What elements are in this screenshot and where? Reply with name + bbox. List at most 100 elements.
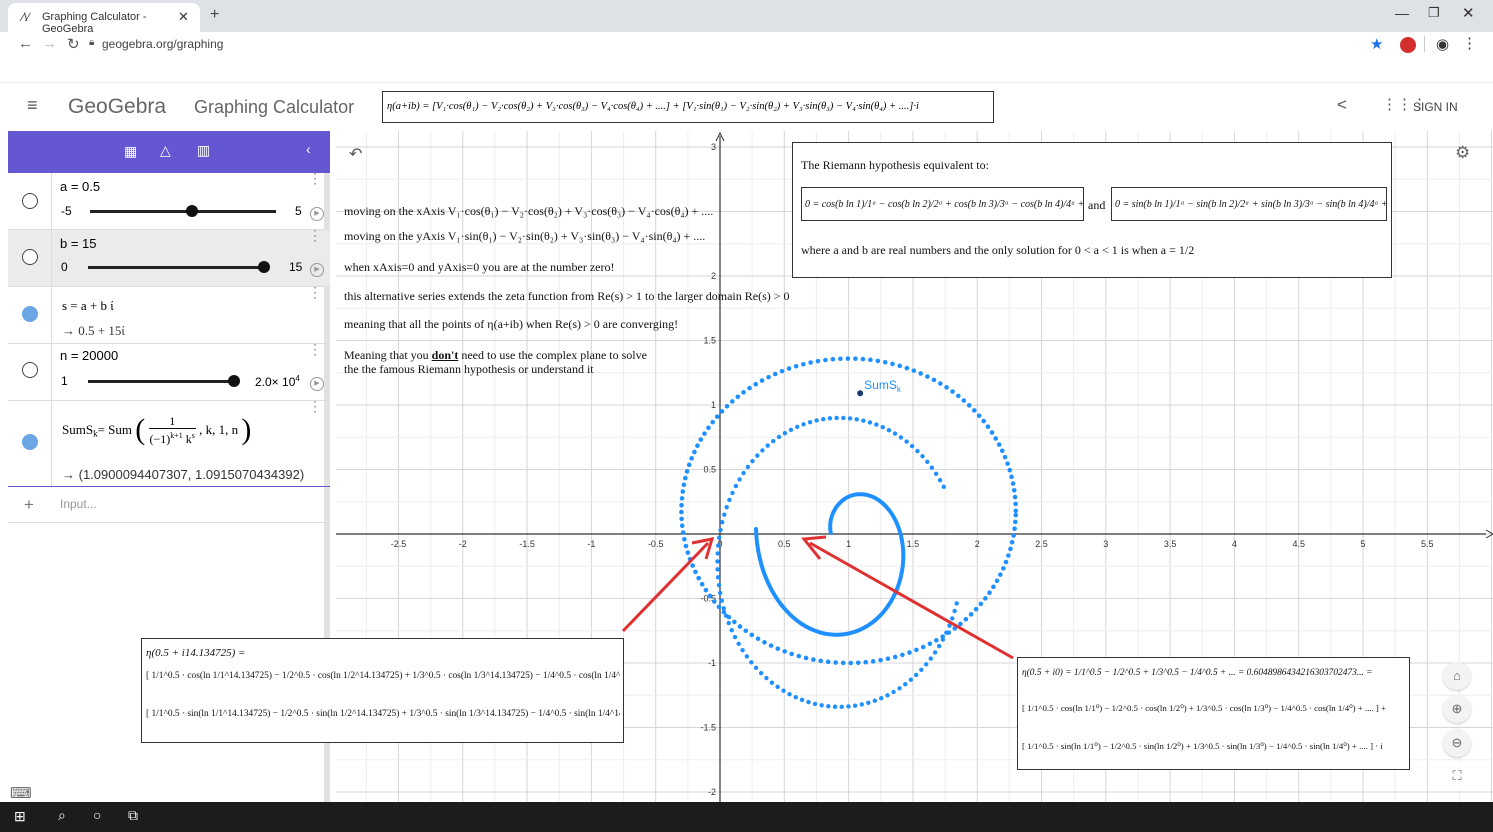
visibility-toggle[interactable]: [22, 193, 38, 209]
input-field[interactable]: Input...: [60, 497, 97, 511]
task-view-icon[interactable]: ⧉: [128, 807, 138, 824]
outer-orbit-dot: [968, 612, 974, 617]
slider-n-knob[interactable]: [228, 375, 240, 387]
slider-b-knob[interactable]: [258, 261, 270, 273]
forward-icon[interactable]: →: [42, 35, 57, 52]
table-tab-icon[interactable]: ▥: [197, 142, 210, 159]
slider-n-track[interactable]: [88, 380, 234, 383]
outer-orbit-dot: [679, 509, 684, 515]
outer-orbit-dot: [686, 462, 692, 468]
inner-orbit-dot: [821, 416, 826, 422]
algebra-row-b[interactable]: ⋮ b = 15 0 15 ▶: [8, 228, 330, 287]
input-bar[interactable]: + Input...: [8, 487, 330, 523]
more-options-icon[interactable]: ⋮: [308, 228, 322, 242]
slider-a-track[interactable]: [90, 210, 276, 213]
outer-orbit-dot: [719, 409, 725, 414]
close-tab-icon[interactable]: ✕: [178, 9, 189, 25]
algebra-row-a[interactable]: ⋮ a = 0.5 -5 5 ▶: [8, 171, 330, 230]
profile-icon[interactable]: ◉: [1436, 35, 1449, 53]
more-options-icon[interactable]: ⋮: [308, 171, 322, 185]
outer-orbit-dot: [693, 569, 698, 575]
hamburger-menu-icon[interactable]: ≡: [27, 95, 38, 116]
y-tick-label: -2: [708, 787, 716, 797]
more-options-icon[interactable]: ⋮: [308, 285, 322, 299]
more-options-icon[interactable]: ⋮: [308, 399, 322, 413]
outer-orbit-dot: [818, 658, 824, 664]
adblock-icon[interactable]: [1400, 37, 1416, 53]
home-icon[interactable]: ⌂: [1443, 662, 1471, 690]
definition-sum[interactable]: SumSk = Sum ( 1 (−1)k+1 ks , k, 1, n ): [62, 413, 251, 447]
browser-tab[interactable]: ∕\∕ Graphing Calculator - GeoGebra ✕: [8, 3, 200, 35]
inner-orbit-dot: [750, 458, 755, 464]
inner-orbit-dot: [733, 483, 739, 489]
slider-b-track[interactable]: [88, 266, 264, 269]
new-tab-icon[interactable]: +: [210, 6, 219, 24]
search-icon[interactable]: ⌕: [58, 807, 66, 824]
outer-orbit-dot: [823, 357, 828, 363]
note-xaxis: moving on the xAxis V₁·cos(θ₁) − V₂·cos(…: [344, 204, 714, 218]
outer-orbit-dot: [966, 403, 972, 408]
algebra-row-n[interactable]: ⋮ n = 20000 1 2.0× 104 ▶: [8, 342, 330, 401]
visibility-toggle[interactable]: [22, 362, 38, 378]
reload-icon[interactable]: ↻: [67, 35, 80, 53]
collapse-panel-icon[interactable]: ‹: [306, 141, 311, 157]
outer-orbit-dot: [868, 357, 873, 363]
outer-orbit-dot: [759, 378, 765, 383]
inner-orbit-dot: [814, 418, 819, 423]
geogebra-header: ≡ GeoGebra Graphing Calculator η(a+ib) =…: [0, 82, 1493, 130]
slider-a-knob[interactable]: [186, 205, 199, 217]
share-icon[interactable]: <: [1337, 95, 1347, 115]
graph-settings-gear-icon[interactable]: ⚙: [1455, 143, 1470, 163]
cortana-icon[interactable]: ○: [93, 807, 101, 823]
x-tick-label: 2: [975, 539, 980, 549]
definition-s[interactable]: s = a + b ί: [62, 298, 114, 314]
inner-orbit-dot: [741, 470, 746, 476]
window-close-icon[interactable]: ✕: [1462, 4, 1475, 22]
geogebra-logo[interactable]: GeoGebra: [68, 95, 166, 119]
inner-orbit-dot: [839, 704, 844, 710]
eta-zero-box: η(0.5 + i14.134725) = [ 1/1^0.5 · cos(ln…: [141, 638, 624, 743]
zoom-out-icon[interactable]: ⊖: [1443, 729, 1471, 757]
url-field[interactable]: geogebra.org/graphing: [102, 37, 1342, 57]
undo-icon[interactable]: ↶: [349, 144, 362, 164]
algebra-row-s[interactable]: ⋮ s = a + b ί → 0.5 + 15ί: [8, 285, 330, 344]
outer-orbit-dot: [1013, 501, 1018, 507]
x-tick-label: -2.5: [391, 539, 407, 549]
outer-orbit-dot: [779, 368, 785, 374]
outer-orbit-dot: [944, 385, 949, 390]
keyboard-icon[interactable]: ⌨: [10, 784, 32, 802]
outer-orbit-dot: [782, 649, 787, 654]
play-icon[interactable]: ▶: [310, 263, 324, 277]
play-icon[interactable]: ▶: [310, 377, 324, 391]
tools-tab-icon[interactable]: △: [160, 142, 171, 159]
visibility-toggle[interactable]: [22, 306, 38, 322]
outer-orbit-dot: [987, 590, 992, 595]
slider-b-label[interactable]: b = 15: [60, 236, 97, 251]
play-icon[interactable]: ▶: [310, 207, 324, 221]
bookmark-star-icon[interactable]: ★: [1370, 35, 1383, 53]
outer-orbit-dot: [1011, 533, 1016, 538]
sign-in-button[interactable]: SIGN IN: [1413, 100, 1458, 114]
windows-start-icon[interactable]: ⊞: [14, 808, 26, 825]
outer-orbit-dot: [796, 653, 802, 659]
fullscreen-icon[interactable]: ⛶: [1443, 762, 1471, 790]
x-tick-label: 1: [846, 539, 851, 549]
riemann-and: and: [1088, 198, 1106, 212]
zoom-in-icon[interactable]: ⊕: [1443, 695, 1471, 723]
more-options-icon[interactable]: ⋮: [308, 342, 322, 356]
slider-a-label[interactable]: a = 0.5: [60, 179, 100, 194]
outer-orbit-dot: [690, 563, 695, 568]
outer-orbit-dot: [1009, 474, 1014, 480]
restore-icon[interactable]: ❐: [1428, 5, 1440, 21]
browser-menu-icon[interactable]: ⋮: [1462, 34, 1477, 52]
minimize-icon[interactable]: —: [1395, 5, 1409, 21]
visibility-toggle[interactable]: [22, 434, 38, 450]
inner-orbit-dot: [885, 693, 890, 698]
add-icon[interactable]: +: [24, 495, 34, 515]
slider-n-label[interactable]: n = 20000: [60, 348, 118, 363]
visibility-toggle[interactable]: [22, 249, 38, 265]
outer-orbit-dot: [958, 621, 963, 627]
calculator-tab-icon[interactable]: ▦: [124, 143, 137, 160]
back-icon[interactable]: ←: [18, 35, 33, 52]
algebra-row-sum[interactable]: ⋮ SumSk = Sum ( 1 (−1)k+1 ks , k, 1, n ) …: [8, 399, 330, 487]
